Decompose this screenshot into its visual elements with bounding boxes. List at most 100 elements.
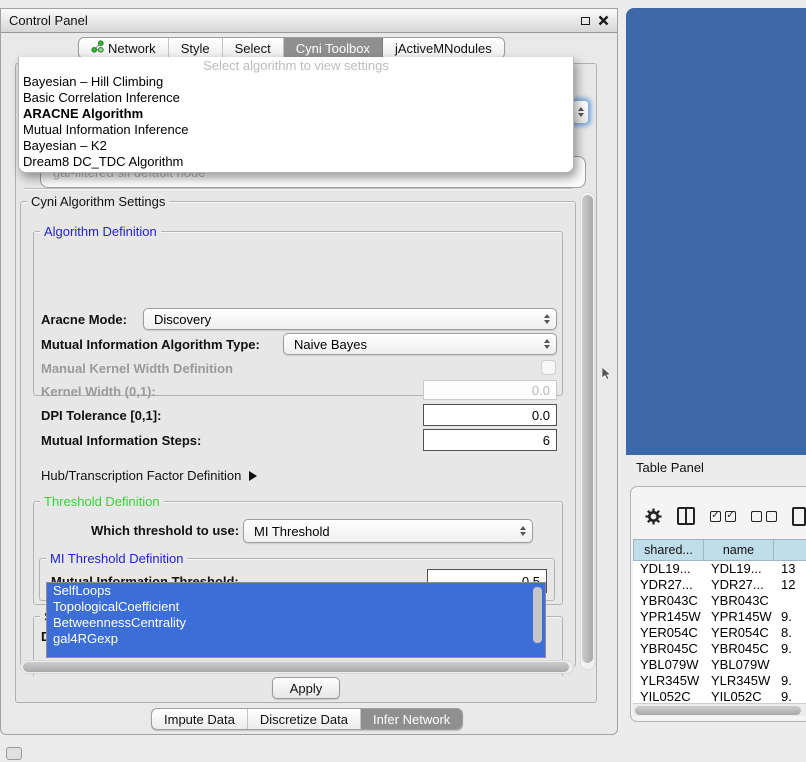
table-row[interactable]: YPR145WYPR145W9. — [633, 609, 806, 625]
algorithm-option-basic-correlation-inference[interactable]: Basic Correlation Inference — [19, 90, 573, 106]
dpi-tolerance-field[interactable]: 0.0 — [423, 404, 557, 426]
table-row[interactable]: YBR045CYBR045C9. — [633, 641, 806, 657]
dpi-tolerance-label: DPI Tolerance [0,1]: — [41, 408, 161, 423]
tab-label: Cyni Toolbox — [296, 41, 370, 56]
bottom-tab-bar: Impute DataDiscretize DataInfer Network — [151, 708, 463, 730]
table-row[interactable]: YIL052CYIL052C9. — [633, 689, 806, 703]
main-tab-bar: Network Style Select Cyni Toolbox jActiveMNo… — [78, 37, 505, 59]
table-row[interactable]: YLR345WYLR345W9. — [633, 673, 806, 689]
columns-icon[interactable] — [677, 507, 695, 525]
settings-group-title: Cyni Algorithm Settings — [27, 194, 169, 209]
bottom-tab-impute-data[interactable]: Impute Data — [152, 709, 248, 729]
table-panel: ✓✓ shared...name YDL19...YDL19...13YDR27… — [630, 486, 806, 722]
tab-jactivemnodules[interactable]: jActiveMNodules — [383, 38, 504, 58]
aracne-mode-combo[interactable]: Discovery — [143, 308, 557, 330]
close-icon[interactable] — [598, 15, 609, 26]
network-icon — [91, 40, 104, 56]
table-row[interactable]: YBR043CYBR043C — [633, 593, 806, 609]
apply-button[interactable]: Apply — [272, 677, 340, 699]
bottom-tab-discretize-data[interactable]: Discretize Data — [248, 709, 361, 729]
mi-type-combo[interactable]: Naive Bayes — [283, 333, 557, 355]
algorithm-option-bayesian-hill-climbing[interactable]: Bayesian – Hill Climbing — [19, 74, 573, 90]
combo-arrows-icon — [544, 339, 550, 349]
minimized-panel-icon[interactable] — [6, 747, 22, 760]
column-header-name[interactable]: name — [704, 539, 774, 561]
cell: 12 — [774, 577, 806, 593]
section-divider — [24, 188, 572, 190]
algorithm-option-mutual-information-inference[interactable]: Mutual Information Inference — [19, 122, 573, 138]
attribute-item-gal4rgexp[interactable]: gal4RGexp — [47, 631, 545, 647]
algorithm-definition-title: Algorithm Definition — [40, 224, 161, 239]
manual-kernel-checkbox[interactable] — [541, 360, 556, 375]
table-row[interactable]: YER054CYER054C8. — [633, 625, 806, 641]
window-buttons — [581, 15, 609, 26]
focused-combo-spinner[interactable] — [572, 100, 589, 124]
cell: 9. — [774, 609, 806, 625]
mi-steps-field[interactable]: 6 — [423, 429, 557, 451]
mouse-cursor — [602, 367, 612, 380]
attribute-item-betweennesscentrality[interactable]: BetweennessCentrality — [47, 615, 545, 631]
cell: 13 — [774, 561, 806, 577]
settings-vertical-scrollbar[interactable] — [580, 192, 595, 670]
algorithm-option-aracne-algorithm[interactable]: ARACNE Algorithm — [19, 106, 573, 122]
panel-title: Control Panel — [9, 13, 88, 28]
list-scrollbar-thumb[interactable] — [533, 587, 542, 643]
algorithm-option-bayesian-k2[interactable]: Bayesian – K2 — [19, 138, 573, 154]
bottom-tab-infer-network[interactable]: Infer Network — [361, 709, 462, 729]
network-view-frame: GALGAL80GAL10GAL1GAL11SWI4GAL4GCY1HAP4YH… — [626, 8, 806, 455]
cell: YBL079W — [633, 657, 704, 673]
table-scrollbar-thumb[interactable] — [635, 706, 801, 715]
cell: 9. — [774, 641, 806, 657]
float-window-icon[interactable] — [581, 17, 590, 25]
cell: YBR045C — [633, 641, 704, 657]
collapsed-arrow-icon — [249, 471, 257, 481]
tab-network[interactable]: Network — [79, 38, 169, 58]
vertical-scrollbar-thumb[interactable] — [582, 195, 593, 663]
algorithm-dropdown-popup: Select algorithm to view settings Bayesi… — [18, 57, 574, 173]
table-body: YDL19...YDL19...13YDR27...YDR27...12YBR0… — [633, 561, 806, 703]
document-icon[interactable] — [792, 507, 806, 526]
table-horizontal-scrollbar[interactable] — [633, 703, 806, 716]
cell: 9. — [774, 673, 806, 689]
column-header-2[interactable] — [774, 539, 806, 561]
tab-label: Select — [235, 41, 271, 56]
cell: YLR345W — [633, 673, 704, 689]
threshold-definition-title: Threshold Definition — [40, 494, 164, 509]
hub-definition-label: Hub/Transcription Factor Definition — [41, 468, 241, 483]
which-threshold-combo[interactable]: MI Threshold — [243, 519, 533, 543]
settings-horizontal-scrollbar[interactable] — [20, 660, 574, 674]
cell: YBR045C — [704, 641, 774, 657]
hub-definition-toggle[interactable]: Hub/Transcription Factor Definition — [41, 468, 257, 483]
cell: YIL052C — [633, 689, 704, 703]
checkbox-unchecked-pair-icon[interactable] — [751, 511, 777, 522]
attribute-items: SelfLoopsTopologicalCoefficientBetweenne… — [47, 583, 545, 647]
attribute-item-selfloops[interactable]: SelfLoops — [47, 583, 545, 599]
tab-style[interactable]: Style — [169, 38, 223, 58]
tab-select[interactable]: Select — [223, 38, 284, 58]
kernel-width-field[interactable]: 0.0 — [423, 380, 557, 400]
tab-label: jActiveMNodules — [395, 41, 492, 56]
gear-icon[interactable] — [645, 508, 662, 525]
mi-steps-label: Mutual Information Steps: — [41, 433, 201, 448]
data-attributes-list: SelfLoopsTopologicalCoefficientBetweenne… — [46, 582, 546, 658]
cell: 8. — [774, 625, 806, 641]
algorithm-options: Bayesian – Hill ClimbingBasic Correlatio… — [19, 74, 573, 170]
table-row[interactable]: YDL19...YDL19...13 — [633, 561, 806, 577]
column-header-shared[interactable]: shared... — [633, 539, 704, 561]
checkbox-checked-pair-icon[interactable]: ✓✓ — [710, 511, 736, 522]
dropdown-placeholder: Select algorithm to view settings — [19, 57, 573, 74]
tab-cyni-toolbox[interactable]: Cyni Toolbox — [284, 38, 383, 58]
cell: 9. — [774, 689, 806, 703]
which-threshold-value: MI Threshold — [254, 524, 330, 539]
attribute-item-topologicalcoefficient[interactable]: TopologicalCoefficient — [47, 599, 545, 615]
spinner-up-icon — [578, 107, 584, 111]
tab-label: Network — [108, 41, 156, 56]
aracne-mode-value: Discovery — [154, 312, 211, 327]
horizontal-scrollbar-thumb[interactable] — [23, 662, 569, 672]
cell — [774, 593, 806, 609]
mi-type-label: Mutual Information Algorithm Type: — [41, 337, 260, 352]
cell: YLR345W — [704, 673, 774, 689]
table-row[interactable]: YBL079WYBL079W — [633, 657, 806, 673]
algorithm-option-dream8-dc-tdc-algorithm[interactable]: Dream8 DC_TDC Algorithm — [19, 154, 573, 170]
table-row[interactable]: YDR27...YDR27...12 — [633, 577, 806, 593]
